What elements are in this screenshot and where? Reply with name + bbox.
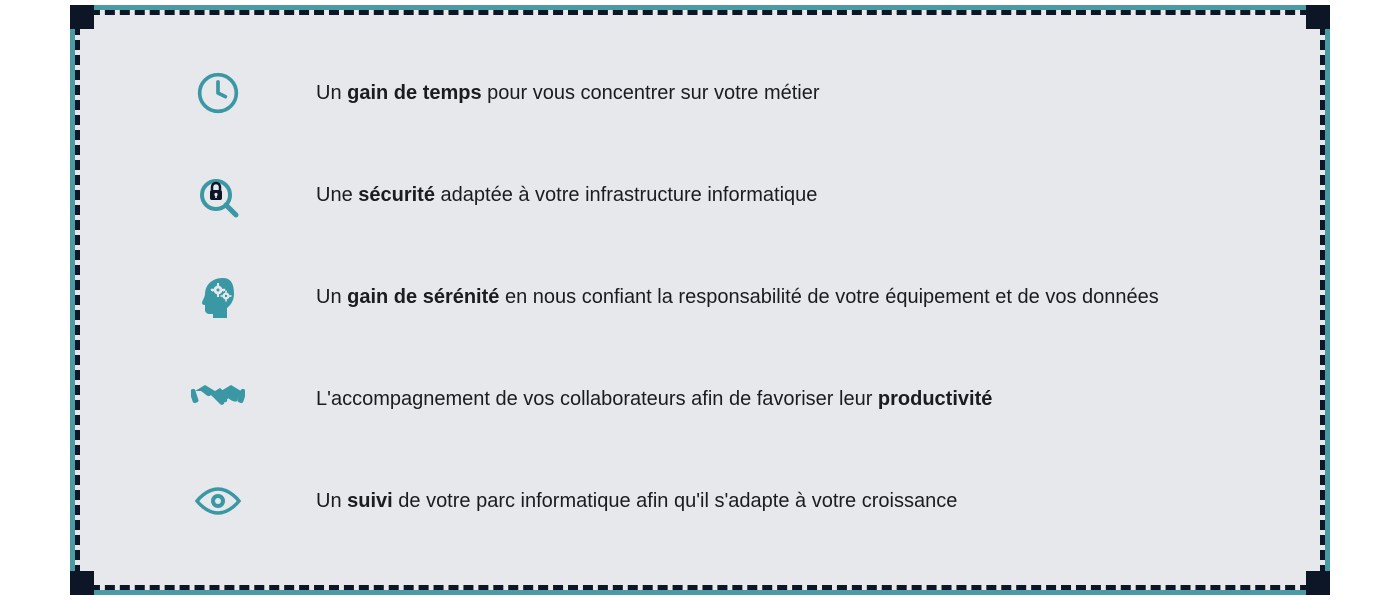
text-bold: sécurité bbox=[358, 184, 435, 206]
benefit-text: Une sécurité adaptée à votre infrastruct… bbox=[316, 182, 817, 209]
corner-decoration bbox=[70, 5, 94, 29]
benefit-text: L'accompagnement de vos collaborateurs a… bbox=[316, 386, 992, 413]
text-segment: L'accompagnement de vos collaborateurs a… bbox=[316, 388, 878, 410]
text-segment: Un bbox=[316, 82, 347, 104]
eye-icon bbox=[190, 473, 246, 529]
text-bold: productivité bbox=[878, 388, 992, 410]
benefit-row: Un suivi de votre parc informatique afin… bbox=[190, 473, 1210, 529]
benefit-row: Un gain de sérénité en nous confiant la … bbox=[190, 269, 1210, 325]
benefit-row: Une sécurité adaptée à votre infrastruct… bbox=[190, 167, 1210, 223]
text-segment: Un bbox=[316, 490, 347, 512]
text-segment: de votre parc informatique afin qu'il s'… bbox=[393, 490, 958, 512]
text-segment: adaptée à votre infrastructure informati… bbox=[435, 184, 817, 206]
head-gears-icon bbox=[190, 269, 246, 325]
clock-icon bbox=[190, 65, 246, 121]
benefit-list: Un gain de temps pour vous concentrer su… bbox=[150, 65, 1250, 529]
benefit-text: Un suivi de votre parc informatique afin… bbox=[316, 488, 957, 515]
corner-decoration bbox=[1306, 571, 1330, 595]
corner-decoration bbox=[70, 571, 94, 595]
text-segment: en nous confiant la responsabilité de vo… bbox=[499, 286, 1158, 308]
text-bold: gain de sérénité bbox=[347, 286, 499, 308]
benefit-text: Un gain de sérénité en nous confiant la … bbox=[316, 284, 1159, 311]
corner-decoration bbox=[1306, 5, 1330, 29]
text-segment: Un bbox=[316, 286, 347, 308]
benefit-text: Un gain de temps pour vous concentrer su… bbox=[316, 80, 820, 107]
text-bold: suivi bbox=[347, 490, 393, 512]
benefit-row: L'accompagnement de vos collaborateurs a… bbox=[190, 371, 1210, 427]
benefit-row: Un gain de temps pour vous concentrer su… bbox=[190, 65, 1210, 121]
text-bold: gain de temps bbox=[347, 82, 481, 104]
content-panel: Un gain de temps pour vous concentrer su… bbox=[75, 10, 1325, 590]
security-magnifier-icon bbox=[190, 167, 246, 223]
text-segment: Une bbox=[316, 184, 358, 206]
text-segment: pour vous concentrer sur votre métier bbox=[482, 82, 820, 104]
framed-card: Un gain de temps pour vous concentrer su… bbox=[70, 5, 1330, 595]
handshake-icon bbox=[190, 371, 246, 427]
